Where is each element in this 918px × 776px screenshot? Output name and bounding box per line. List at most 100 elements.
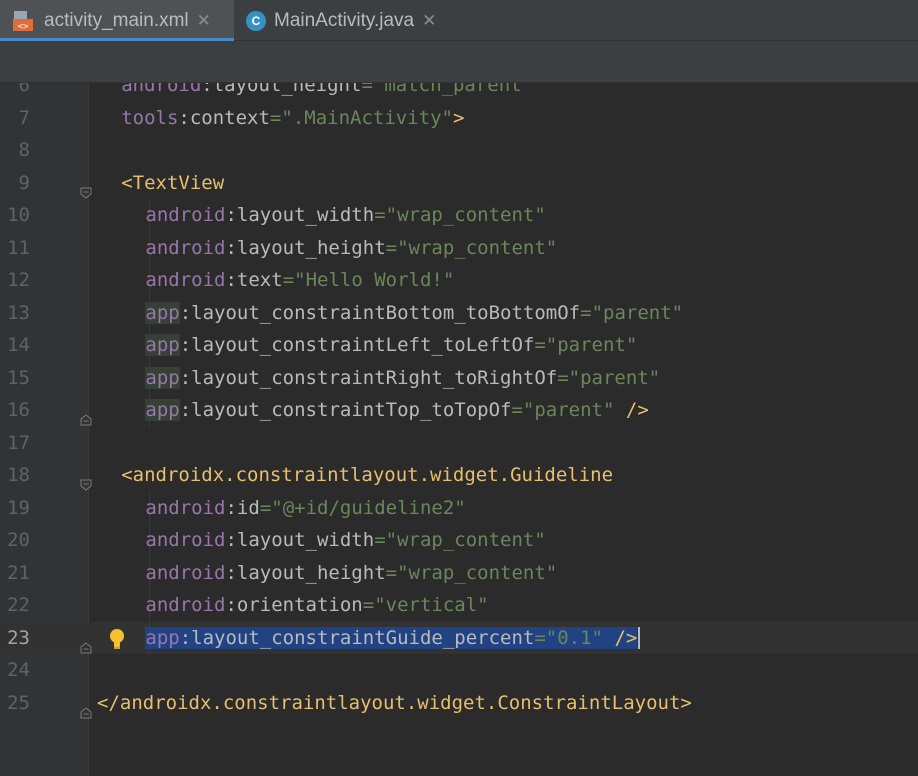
- code-token: android: [145, 594, 226, 616]
- line-number: 14: [7, 334, 30, 356]
- code-line[interactable]: 13 app:layout_constraintBottom_toBottomOf…: [0, 296, 918, 330]
- code-token: app: [145, 366, 180, 389]
- code-token: "0.1": [545, 626, 603, 649]
- line-number: 24: [7, 659, 30, 681]
- code-line[interactable]: 21 android:layout_height="wrap_content": [0, 556, 918, 590]
- code-token: :: [225, 496, 237, 519]
- code-token: =: [534, 334, 546, 356]
- line-number: 23: [7, 626, 30, 649]
- code-line[interactable]: 16 app:layout_constraintTop_toTopOf="pare…: [0, 394, 918, 427]
- fold-close-icon[interactable]: [80, 632, 92, 653]
- close-tab-icon[interactable]: ✕: [422, 11, 436, 31]
- code-text[interactable]: android:layout_height="wrap_content": [145, 232, 557, 265]
- code-text[interactable]: android:orientation="vertical": [145, 589, 488, 622]
- line-number: 17: [7, 431, 30, 454]
- code-token: app: [145, 301, 180, 324]
- code-token: :: [179, 399, 192, 421]
- tab-activity-main-xml[interactable]: <> activity_main.xml ✕: [0, 0, 234, 41]
- tab-mainactivity-java[interactable]: C MainActivity.java ✕: [236, 0, 466, 41]
- code-token: layout_width: [236, 204, 375, 226]
- code-token: layout_height: [212, 83, 362, 96]
- code-line[interactable]: 18 <androidx.constraintlayout.widget.Guid…: [0, 459, 918, 492]
- lightbulb-icon[interactable]: [108, 628, 126, 650]
- close-tab-icon[interactable]: ✕: [197, 11, 211, 31]
- text-cursor: [638, 627, 641, 649]
- code-line[interactable]: 6 android:layout_height="match_parent": [0, 83, 918, 102]
- code-token: =: [511, 399, 523, 421]
- editor-tab-bar: <> activity_main.xml ✕ C MainActivity.ja…: [0, 0, 918, 41]
- code-token: =: [534, 626, 546, 649]
- code-line[interactable]: 9 <TextView: [0, 167, 918, 200]
- line-number: 9: [18, 171, 30, 194]
- code-token: :: [225, 204, 237, 226]
- code-token: "parent": [568, 366, 661, 389]
- code-token: =: [385, 236, 398, 259]
- code-token: =: [385, 561, 398, 584]
- code-token: "parent": [545, 334, 638, 356]
- code-token: :: [201, 83, 213, 96]
- code-text[interactable]: </androidx.constraintlayout.widget.Const…: [97, 687, 692, 720]
- code-token: =: [282, 269, 295, 291]
- code-token: =: [362, 594, 375, 616]
- xml-file-icon: <>: [12, 10, 36, 32]
- code-text[interactable]: android:layout_height="wrap_content": [145, 557, 557, 590]
- code-token: =: [580, 301, 592, 324]
- code-text[interactable]: tools:context=".MainActivity">: [121, 102, 464, 135]
- code-line[interactable]: 23 app:layout_constraintGuide_percent="0.…: [0, 621, 918, 655]
- code-token: context: [189, 106, 270, 129]
- code-text[interactable]: android:id="@+id/guideline2": [145, 492, 465, 525]
- code-token: layout_height: [236, 561, 386, 584]
- code-token: =: [259, 496, 272, 519]
- code-line[interactable]: 22 android:orientation="vertical": [0, 589, 918, 622]
- code-text[interactable]: android:text="Hello World!": [145, 264, 454, 297]
- code-text[interactable]: app:layout_constraintTop_toTopOf="parent…: [145, 394, 649, 427]
- code-token: =: [361, 83, 373, 96]
- code-line[interactable]: 25 </androidx.constraintlayout.widget.Con…: [0, 687, 918, 720]
- code-token: :: [225, 594, 237, 616]
- fold-close-icon[interactable]: [80, 697, 92, 718]
- code-text[interactable]: app:layout_constraintRight_toRightOf="pa…: [145, 362, 660, 395]
- fold-close-icon[interactable]: [80, 404, 92, 426]
- code-text[interactable]: android:layout_width="wrap_content": [145, 199, 545, 232]
- code-token: android: [145, 529, 226, 551]
- code-token: layout_constraintTop_toTopOf: [191, 399, 512, 421]
- code-text[interactable]: app:layout_constraintLeft_toLeftOf="pare…: [145, 329, 637, 362]
- code-line[interactable]: 20 android:layout_width="wrap_content": [0, 524, 918, 557]
- code-text[interactable]: <androidx.constraintlayout.widget.Guidel…: [121, 459, 613, 492]
- selected-text[interactable]: app:layout_constraintGuide_percent="0.1"…: [145, 626, 638, 649]
- code-token: "parent": [522, 399, 615, 421]
- line-number: 18: [7, 464, 30, 486]
- code-token: :: [225, 529, 237, 551]
- fold-open-icon[interactable]: [80, 177, 92, 199]
- code-editor[interactable]: 6 android:layout_height="match_parent" 7 to…: [0, 83, 918, 776]
- code-token: android: [145, 236, 226, 259]
- code-line[interactable]: 12 android:text="Hello World!": [0, 264, 918, 297]
- code-token: ".MainActivity": [281, 106, 453, 129]
- code-line[interactable]: 8: [0, 134, 918, 167]
- code-token: :: [179, 626, 192, 649]
- code-token: :: [225, 561, 237, 584]
- code-line[interactable]: 14 app:layout_constraintLeft_toLeftOf="pa…: [0, 329, 918, 362]
- code-lines[interactable]: 6 android:layout_height="match_parent" 7 to…: [0, 83, 918, 719]
- code-token: =: [374, 529, 386, 551]
- code-text[interactable]: android:layout_width="wrap_content": [145, 524, 545, 557]
- code-line[interactable]: 19 android:id="@+id/guideline2": [0, 491, 918, 525]
- code-token: layout_constraintBottom_toBottomOf: [191, 301, 581, 324]
- code-text[interactable]: <TextView: [121, 167, 224, 200]
- code-line[interactable]: 10 android:layout_width="wrap_content": [0, 199, 918, 232]
- code-line[interactable]: 15 app:layout_constraintRight_toRightOf="…: [0, 361, 918, 395]
- code-token: orientation: [236, 594, 363, 616]
- code-line[interactable]: 17: [0, 427, 918, 460]
- code-line[interactable]: 11 android:layout_height="wrap_content": [0, 231, 918, 265]
- code-text[interactable]: android:layout_height="match_parent": [121, 83, 533, 102]
- line-number: 22: [7, 594, 30, 616]
- code-text[interactable]: app:layout_constraintBottom_toBottomOf="…: [145, 297, 683, 330]
- code-token: layout_width: [236, 529, 375, 551]
- code-token: layout_constraintGuide_percent: [191, 626, 535, 649]
- code-line[interactable]: 7 tools:context=".MainActivity">: [0, 102, 918, 135]
- code-line[interactable]: 24: [0, 654, 918, 687]
- code-text[interactable]: app:layout_constraintGuide_percent="0.1"…: [145, 622, 641, 655]
- code-token: :: [225, 236, 237, 259]
- fold-open-icon[interactable]: [80, 469, 92, 491]
- line-number: 19: [7, 496, 30, 519]
